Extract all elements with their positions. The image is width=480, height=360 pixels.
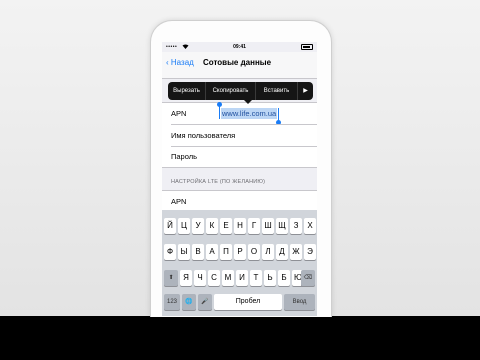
copy-button[interactable]: Скопировать — [206, 82, 256, 100]
page-title: Сотовые данные — [203, 58, 272, 67]
more-options-button[interactable]: ▶ — [298, 82, 313, 100]
status-bar: ••••• 09:41 — [162, 42, 317, 52]
phone-screen: ••••• 09:41 ‹ Назад Сотовые данные APN w… — [162, 42, 317, 316]
navigation-bar: ‹ Назад Сотовые данные — [162, 52, 317, 79]
key-Я[interactable]: Я — [180, 270, 192, 286]
key-У[interactable]: У — [192, 218, 204, 234]
space-key[interactable]: Пробел — [214, 294, 282, 310]
battery-icon — [301, 44, 313, 50]
edit-menu-pointer — [244, 100, 252, 104]
key-Ц[interactable]: Ц — [178, 218, 190, 234]
key-З[interactable]: З — [290, 218, 302, 234]
key-П[interactable]: П — [220, 244, 232, 260]
key-Ш[interactable]: Ш — [262, 218, 274, 234]
globe-icon[interactable]: 🌐 — [182, 294, 196, 310]
selection-end-handle[interactable] — [276, 108, 281, 125]
microphone-icon[interactable]: 🎤 — [198, 294, 212, 310]
shift-key[interactable]: ⬆ — [164, 270, 178, 286]
chevron-left-icon: ‹ — [166, 58, 169, 67]
key-Х[interactable]: Х — [304, 218, 316, 234]
return-key[interactable]: Ввод — [284, 294, 315, 310]
key-Щ[interactable]: Щ — [276, 218, 288, 234]
username-field[interactable]: Имя пользователя — [171, 125, 235, 146]
key-Д[interactable]: Д — [276, 244, 288, 260]
key-Г[interactable]: Г — [248, 218, 260, 234]
key-И[interactable]: И — [236, 270, 248, 286]
key-С[interactable]: С — [208, 270, 220, 286]
back-button-label: Назад — [170, 58, 194, 67]
key-А[interactable]: А — [206, 244, 218, 260]
key-Р[interactable]: Р — [234, 244, 246, 260]
key-К[interactable]: К — [206, 218, 218, 234]
numbers-key[interactable]: 123 — [164, 294, 180, 310]
cut-button[interactable]: Вырезать — [168, 82, 206, 100]
selection-start-handle[interactable] — [217, 102, 222, 119]
key-Е[interactable]: Е — [220, 218, 232, 234]
key-Ч[interactable]: Ч — [194, 270, 206, 286]
keyboard: ЙЦУКЕНГШЩЗХ ФЫВАПРОЛДЖЭ ЯЧСМИТЬБЮ ⬆ ⌫ 12… — [162, 210, 317, 316]
paste-button[interactable]: Вставить — [256, 82, 298, 100]
key-Ы[interactable]: Ы — [178, 244, 190, 260]
cellular-fields-group: APN www.life.com.ua Имя пользователя Пар… — [162, 102, 317, 168]
key-В[interactable]: В — [192, 244, 204, 260]
key-Б[interactable]: Б — [278, 270, 290, 286]
apn-field[interactable]: www.life.com.ua — [221, 108, 278, 119]
back-button[interactable]: ‹ Назад — [166, 58, 194, 67]
password-field[interactable]: Пароль — [171, 146, 197, 167]
key-Ф[interactable]: Ф — [164, 244, 176, 260]
key-О[interactable]: О — [248, 244, 260, 260]
lte-section-header: НАСТРОЙКА LTE (ПО ЖЕЛАНИЮ) — [171, 179, 266, 185]
edit-menu: Вырезать Скопировать Вставить ▶ — [168, 82, 313, 100]
key-Э[interactable]: Э — [304, 244, 316, 260]
key-М[interactable]: М — [222, 270, 234, 286]
letterbox-bar — [0, 316, 480, 360]
key-Ж[interactable]: Ж — [290, 244, 302, 260]
key-Ь[interactable]: Ь — [264, 270, 276, 286]
lte-apn-field[interactable]: APN — [171, 191, 186, 212]
key-Т[interactable]: Т — [250, 270, 262, 286]
lte-fields-group: APN — [162, 190, 317, 211]
key-Л[interactable]: Л — [262, 244, 274, 260]
status-time: 09:41 — [233, 44, 246, 50]
key-Н[interactable]: Н — [234, 218, 246, 234]
apn-label: APN — [171, 109, 187, 118]
backspace-key[interactable]: ⌫ — [301, 270, 315, 286]
key-Й[interactable]: Й — [164, 218, 176, 234]
